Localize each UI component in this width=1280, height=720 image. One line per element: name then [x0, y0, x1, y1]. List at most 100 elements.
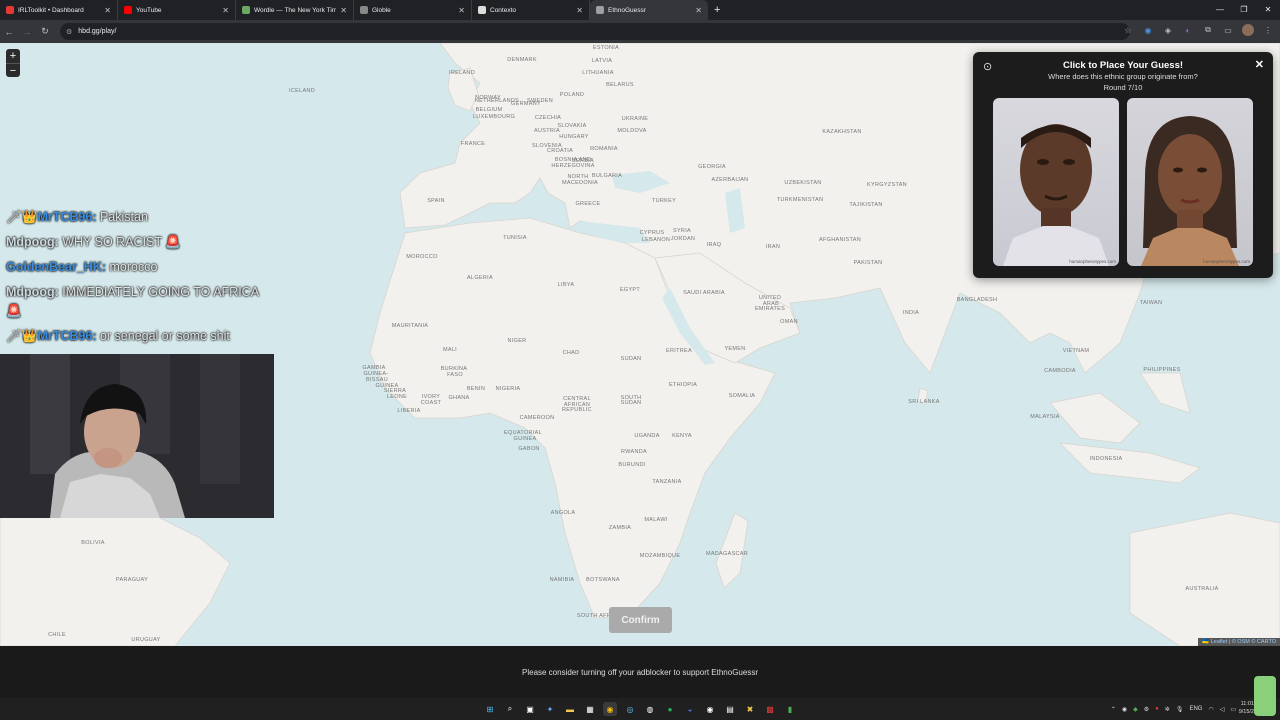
app-icon[interactable]: ◍ — [643, 702, 657, 716]
tab-close-icon[interactable]: ✕ — [104, 6, 111, 15]
country-label: GUINEA — [513, 436, 537, 442]
country-label: TURKEY — [651, 198, 677, 204]
terminal-icon[interactable]: ▤ — [723, 702, 737, 716]
tray-app-icon[interactable]: ◉ — [1122, 706, 1127, 713]
country-label: BOTSWANA — [586, 577, 620, 583]
new-tab-button[interactable]: + — [708, 0, 726, 20]
country-label: SLOVAKIA — [557, 123, 587, 129]
panel-subtitle: Where does this ethnic group originate f… — [1048, 72, 1198, 81]
map-attribution[interactable]: 🇺🇦 Leaflet | © OSM © CARTO — [1198, 638, 1280, 646]
browser-toolbar: ☆ ◉ ◈ ◐ ⧉ ▭ ⋮ — [1122, 24, 1274, 36]
tab-close-icon[interactable]: ✕ — [340, 6, 347, 15]
browser-tab[interactable]: Contexto ✕ — [472, 0, 590, 20]
browser-tab[interactable]: Globle ✕ — [354, 0, 472, 20]
country-label: KYRGYZSTAN — [867, 182, 907, 188]
maximize-button[interactable]: ❐ — [1232, 0, 1256, 20]
country-label: BANGLADESH — [956, 297, 998, 303]
copilot-icon[interactable]: ✦ — [543, 702, 557, 716]
app-icon[interactable]: ✖ — [743, 702, 757, 716]
zoom-in-button[interactable]: + — [6, 49, 20, 63]
spotify-icon[interactable]: ● — [663, 702, 677, 716]
country-label: EGYPT — [619, 287, 641, 293]
country-label: GHANA — [448, 395, 470, 401]
tab-close-icon[interactable]: ✕ — [222, 6, 229, 15]
country-label: CROATIA — [546, 148, 574, 154]
tab-close-icon[interactable]: ✕ — [576, 6, 583, 15]
country-label: AUSTRALIA — [1185, 586, 1219, 592]
country-label: TANZANIA — [652, 479, 682, 485]
wifi-icon[interactable]: ◠ — [1208, 706, 1213, 713]
confirm-button[interactable]: Confirm — [609, 607, 672, 633]
start-icon[interactable]: ⊞ — [483, 702, 497, 716]
browser-tab[interactable]: EthnoGuessr ✕ — [590, 0, 708, 20]
chrome-icon[interactable]: ◉ — [603, 702, 617, 716]
tab-favicon — [242, 6, 250, 14]
country-label: LEONE — [386, 394, 408, 400]
bookmark-star-icon[interactable]: ☆ — [1122, 26, 1134, 35]
app-icon[interactable]: ▮ — [783, 702, 797, 716]
extension-icon[interactable]: ◉ — [1142, 26, 1154, 35]
country-label: PHILIPPINES — [1143, 367, 1181, 373]
discord-icon[interactable]: ◒ — [683, 702, 697, 716]
extensions-puzzle-icon[interactable]: ⧉ — [1202, 25, 1214, 35]
browser-tab[interactable]: IRLToolkit • Dashboard ✕ — [0, 0, 118, 20]
calendar-icon[interactable]: ▦ — [583, 702, 597, 716]
chat-message: 🗡👑MrTCB96: or senegal or some shit — [6, 327, 271, 346]
battery-icon[interactable]: ▭ — [1230, 706, 1236, 713]
search-icon[interactable]: ⌕ — [503, 702, 517, 716]
forward-button[interactable]: → — [18, 27, 36, 37]
system-tray: ⌃ ◉ ◆ ⚙ ● ✲ 🎙 ENG ◠ ◁ ▭ — [1111, 698, 1236, 720]
country-label: OMAN — [780, 319, 798, 325]
reload-button[interactable]: ↻ — [36, 26, 54, 37]
minimize-button[interactable]: — — [1208, 0, 1232, 20]
window-close-button[interactable]: ✕ — [1256, 0, 1280, 20]
tab-favicon — [360, 6, 368, 14]
task-view-icon[interactable]: ▣ — [523, 702, 537, 716]
obs-icon[interactable]: ◉ — [703, 702, 717, 716]
tray-app-icon[interactable]: ◆ — [1133, 706, 1138, 713]
extension-icon[interactable]: ◈ — [1162, 26, 1174, 35]
sidebar-icon[interactable]: ▭ — [1222, 26, 1234, 35]
site-info-icon[interactable]: ⚙ — [66, 28, 72, 36]
volume-icon[interactable]: ◁ — [1220, 706, 1225, 713]
panel-title: Click to Place Your Guess! — [1062, 60, 1184, 71]
tray-chevron-icon[interactable]: ⌃ — [1111, 706, 1116, 713]
tab-label: YouTube — [136, 6, 162, 14]
browser-tab[interactable]: YouTube ✕ — [118, 0, 236, 20]
browser-tab[interactable]: Wordle — The New York Times ✕ — [236, 0, 354, 20]
female-face-image: humanphenotypes.com — [1127, 98, 1253, 266]
url-field[interactable]: ⚙ hbd.gg/play/ — [60, 23, 1130, 40]
country-label: CAMBODIA — [1044, 368, 1076, 374]
zoom-out-button[interactable]: − — [6, 63, 20, 77]
country-label: TUNISIA — [503, 235, 527, 241]
steam-icon[interactable]: ◎ — [623, 702, 637, 716]
back-button[interactable]: ← — [0, 27, 18, 37]
tab-close-icon[interactable]: ✕ — [695, 6, 702, 15]
window-controls: — ❐ ✕ — [1208, 0, 1280, 20]
country-label: SERBIA — [572, 158, 594, 164]
country-label: JORDAN — [670, 236, 696, 242]
tab-favicon — [478, 6, 486, 14]
country-label: BULGARIA — [591, 173, 623, 179]
extension-icon[interactable]: ◐ — [1182, 26, 1194, 35]
country-label: ETHIOPIA — [668, 382, 698, 388]
file-explorer-icon[interactable]: ▬ — [563, 702, 577, 716]
country-label: LEBANON — [641, 237, 671, 243]
profile-avatar[interactable] — [1242, 24, 1254, 36]
app-icon[interactable]: ▩ — [763, 702, 777, 716]
language-indicator[interactable]: ENG — [1189, 706, 1202, 712]
country-label: KENYA — [672, 433, 692, 439]
tab-close-icon[interactable]: ✕ — [458, 6, 465, 15]
menu-kebab-icon[interactable]: ⋮ — [1262, 26, 1274, 35]
chat-message: Mdpoog: WHY SO RACIST 🚨 — [6, 233, 271, 252]
tray-app-icon[interactable]: ⚙ — [1144, 706, 1149, 713]
zoom-control: + − — [6, 49, 20, 77]
tray-app-icon[interactable]: ✲ — [1165, 706, 1170, 713]
country-label: INDONESIA — [1089, 456, 1123, 462]
country-label: NAMIBIA — [549, 577, 575, 583]
chat-username: MrTCB96 — [37, 329, 93, 343]
microphone-icon[interactable]: 🎙 — [1176, 706, 1184, 713]
taskbar-clock[interactable]: 11:01 9/15/2 — [1239, 700, 1254, 716]
overlay-sticker — [1254, 676, 1276, 716]
tray-app-icon[interactable]: ● — [1155, 706, 1159, 712]
